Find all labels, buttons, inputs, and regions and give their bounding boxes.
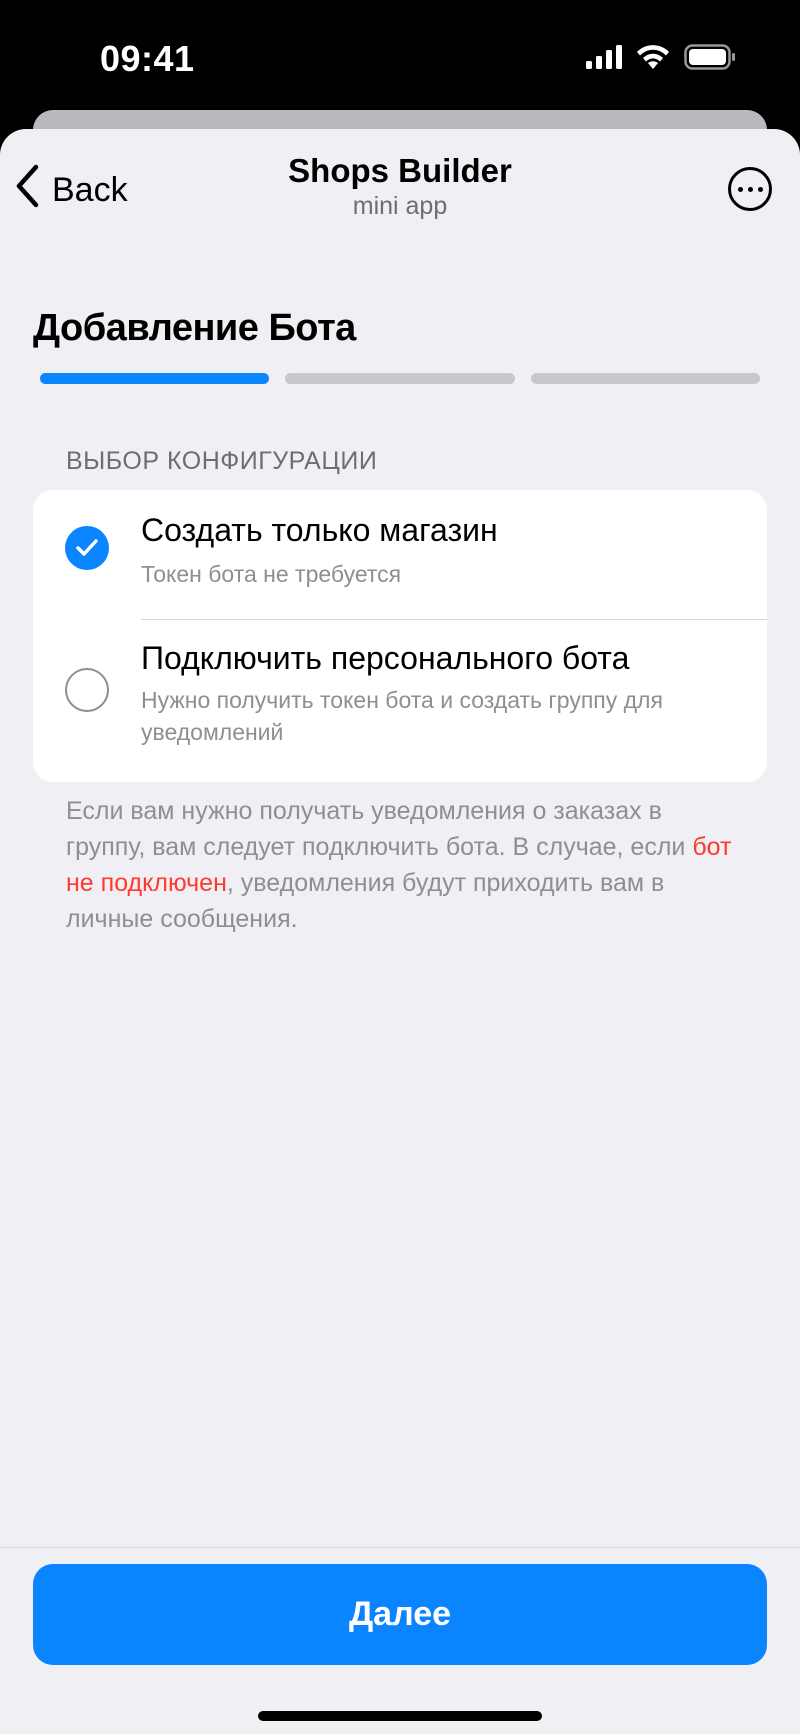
status-time: 09:41 [100,38,195,79]
wifi-icon [636,44,670,75]
bottom-divider [0,1547,800,1548]
option-title: Подключить персонального бота [141,640,630,676]
status-bar: 09:41 [0,0,800,110]
mini-app-sheet: Back Shops Builder mini app Добавление Б… [0,129,800,1734]
step-indicator-3 [530,373,760,384]
ellipsis-circle-icon [737,186,763,192]
option-title: Создать только магазин [141,512,498,548]
option-shop-only[interactable]: Создать только магазин Токен бота не тре… [33,490,767,620]
nav-title-group: Shops Builder mini app [200,151,600,221]
option-personal-bot[interactable]: Подключить персонального бота Нужно полу… [33,620,767,782]
option-description: Токен бота не требуется [141,561,402,587]
section-header: ВЫБОР КОНФИГУРАЦИИ [66,447,378,475]
signal-icon [586,44,622,74]
info-note: Если вам нужно получать уведомления о за… [66,793,746,937]
next-button[interactable]: Далее [33,1564,767,1665]
step-indicator-2 [285,373,515,384]
options-card: Создать только магазин Токен бота не тре… [33,490,767,782]
status-icons [586,43,736,75]
step-progress [40,373,760,384]
step-indicator-1 [40,373,270,384]
option-description: Нужно получить токен бота и создать груп… [141,687,663,745]
back-label: Back [52,170,128,209]
nav-subtitle: mini app [352,192,448,220]
page-title: Добавление Бота [33,307,356,349]
battery-icon [684,43,736,75]
note-text: Если вам нужно получать уведомления о за… [66,797,693,861]
radio-unchecked-icon[interactable] [65,668,109,712]
more-button[interactable] [728,167,772,211]
navigation-bar: Back Shops Builder mini app [0,129,800,239]
chevron-left-icon [14,164,52,217]
radio-checked-icon[interactable] [65,526,109,570]
home-indicator [258,1711,542,1721]
back-button[interactable]: Back [14,164,128,217]
nav-title: Shops Builder [288,152,512,189]
